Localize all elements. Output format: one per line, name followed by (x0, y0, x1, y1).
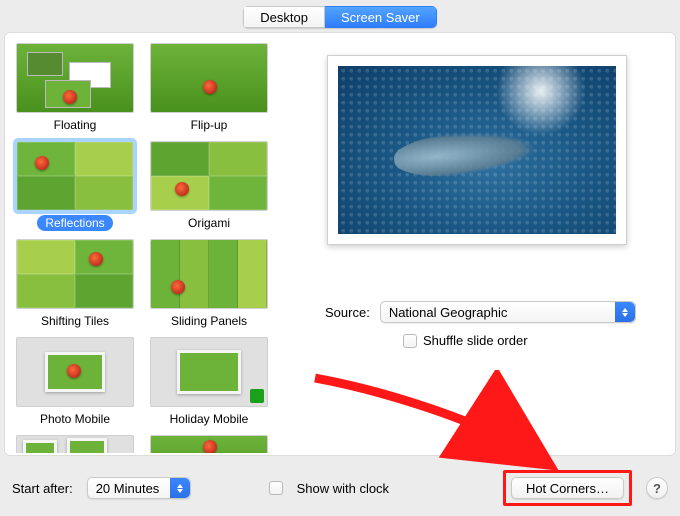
tab-screen-saver[interactable]: Screen Saver (325, 6, 437, 28)
shuffle-label: Shuffle slide order (423, 333, 528, 348)
preview-column: Source: National Geographic Shuffle slid… (279, 33, 675, 455)
show-with-clock-label: Show with clock (297, 481, 389, 496)
start-after-select[interactable]: 20 Minutes (87, 477, 191, 499)
tab-bar: Desktop Screen Saver (0, 6, 680, 28)
screensaver-item-partial-1[interactable] (13, 435, 137, 453)
screensaver-item-photo-mobile[interactable]: Photo Mobile (13, 337, 137, 433)
screensaver-item-holiday-mobile[interactable]: Holiday Mobile (147, 337, 271, 433)
stepper-icon (170, 478, 190, 498)
screensaver-item-partial-2[interactable] (147, 435, 271, 453)
screensaver-label: Origami (180, 215, 238, 231)
screensaver-label: Holiday Mobile (162, 411, 257, 427)
screensaver-label: Reflections (37, 215, 112, 231)
source-select[interactable]: National Geographic (380, 301, 636, 323)
screensaver-item-flip-up[interactable]: Flip-up (147, 43, 271, 139)
screensaver-item-floating[interactable]: Floating (13, 43, 137, 139)
show-with-clock-checkbox[interactable] (269, 481, 283, 495)
screensaver-gallery[interactable]: Floating Flip-up Reflections (5, 33, 279, 455)
screensaver-label: Photo Mobile (32, 411, 118, 427)
screensaver-label: Floating (46, 117, 105, 133)
screensaver-item-origami[interactable]: Origami (147, 141, 271, 237)
screensaver-label: Sliding Panels (163, 313, 255, 329)
screensaver-item-sliding-panels[interactable]: Sliding Panels (147, 239, 271, 335)
stepper-icon (615, 302, 635, 322)
hot-corners-button[interactable]: Hot Corners… (511, 477, 624, 499)
source-select-value: National Geographic (389, 305, 508, 320)
screensaver-preview (327, 55, 627, 245)
footer-bar: Start after: 20 Minutes Show with clock … (0, 460, 680, 516)
tab-desktop[interactable]: Desktop (243, 6, 325, 28)
screensaver-item-reflections[interactable]: Reflections (13, 141, 137, 237)
screensaver-label: Flip-up (183, 117, 236, 133)
source-label: Source: (325, 305, 370, 320)
help-button[interactable]: ? (646, 477, 668, 499)
start-after-value: 20 Minutes (96, 481, 160, 496)
hot-corners-highlight: Hot Corners… (503, 470, 632, 506)
screensaver-label: Shifting Tiles (33, 313, 117, 329)
main-panel: Floating Flip-up Reflections (4, 32, 676, 456)
start-after-label: Start after: (12, 481, 73, 496)
screensaver-item-shifting-tiles[interactable]: Shifting Tiles (13, 239, 137, 335)
shuffle-checkbox[interactable] (403, 334, 417, 348)
